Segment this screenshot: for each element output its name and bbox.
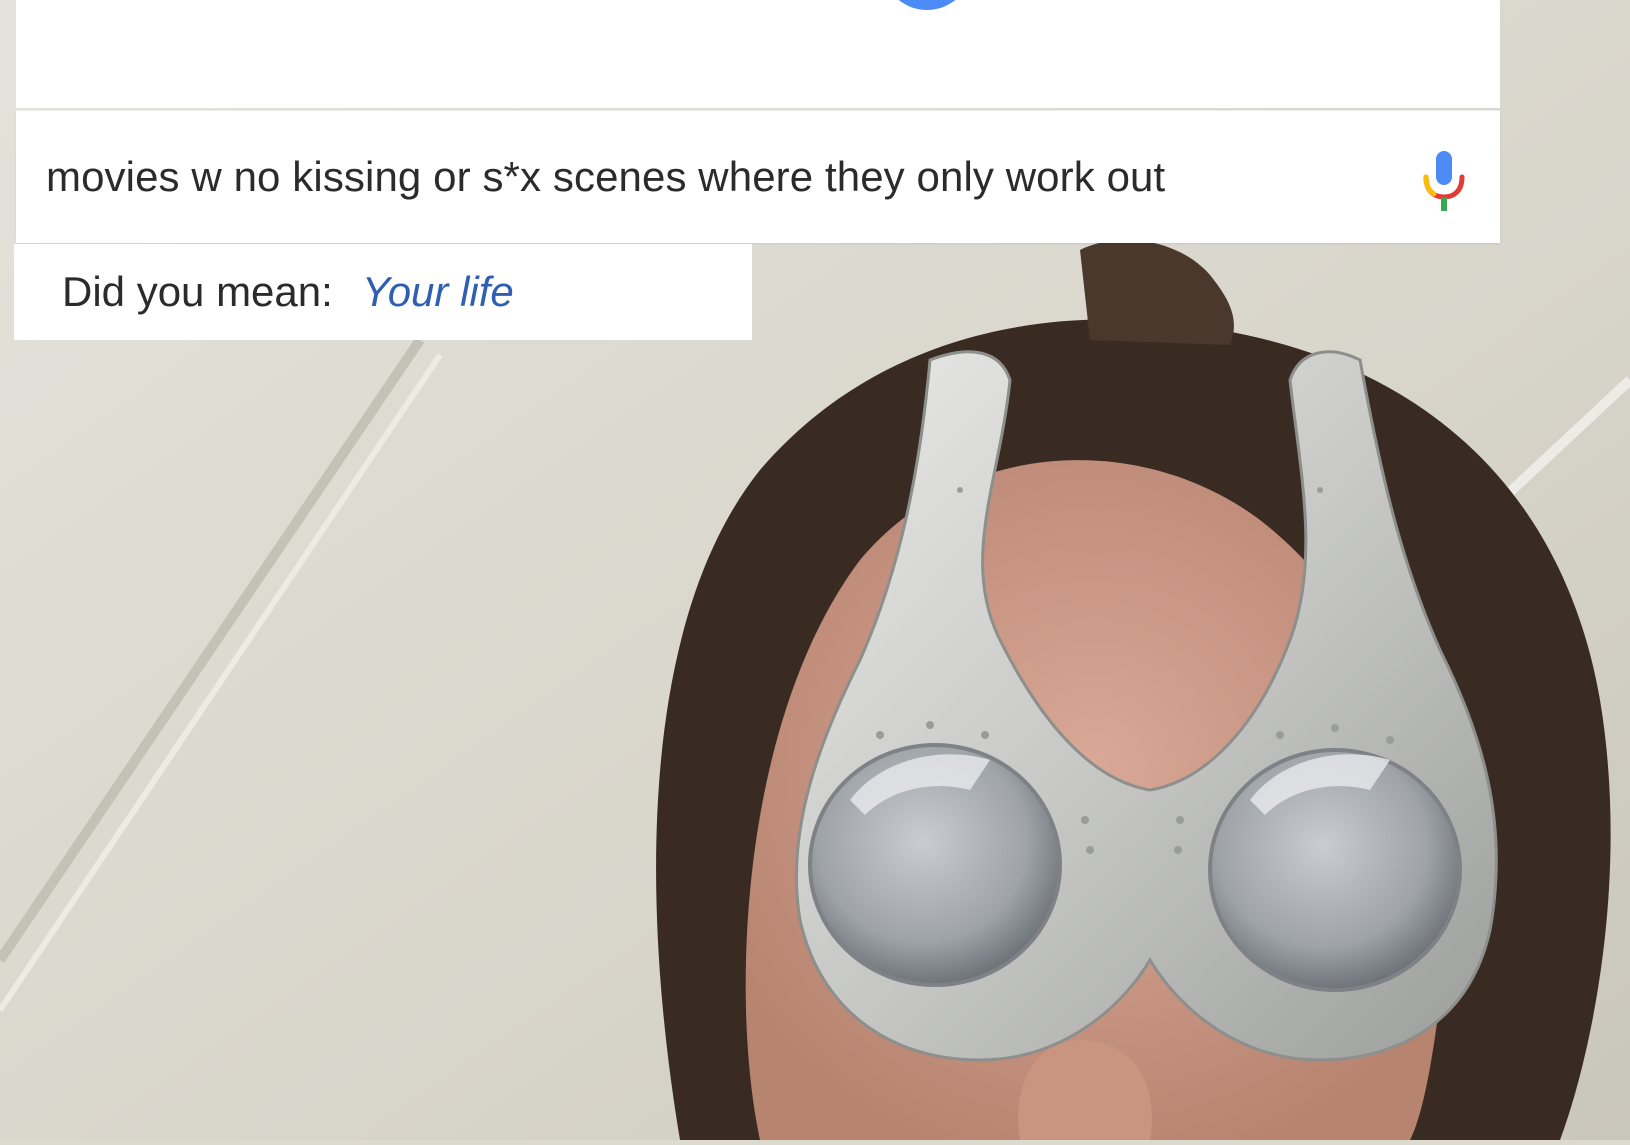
suggestion-link[interactable]: Your life	[362, 268, 514, 316]
top-panel	[16, 0, 1500, 108]
search-bar[interactable]: movies w no kissing or s*x scenes where …	[16, 110, 1500, 243]
microphone-icon[interactable]	[1416, 147, 1472, 219]
did-you-mean-box: Did you mean: Your life	[14, 244, 752, 340]
search-query[interactable]: movies w no kissing or s*x scenes where …	[46, 153, 1165, 201]
did-you-mean-label: Did you mean:	[62, 268, 333, 315]
assistant-dot-icon	[882, 0, 972, 10]
